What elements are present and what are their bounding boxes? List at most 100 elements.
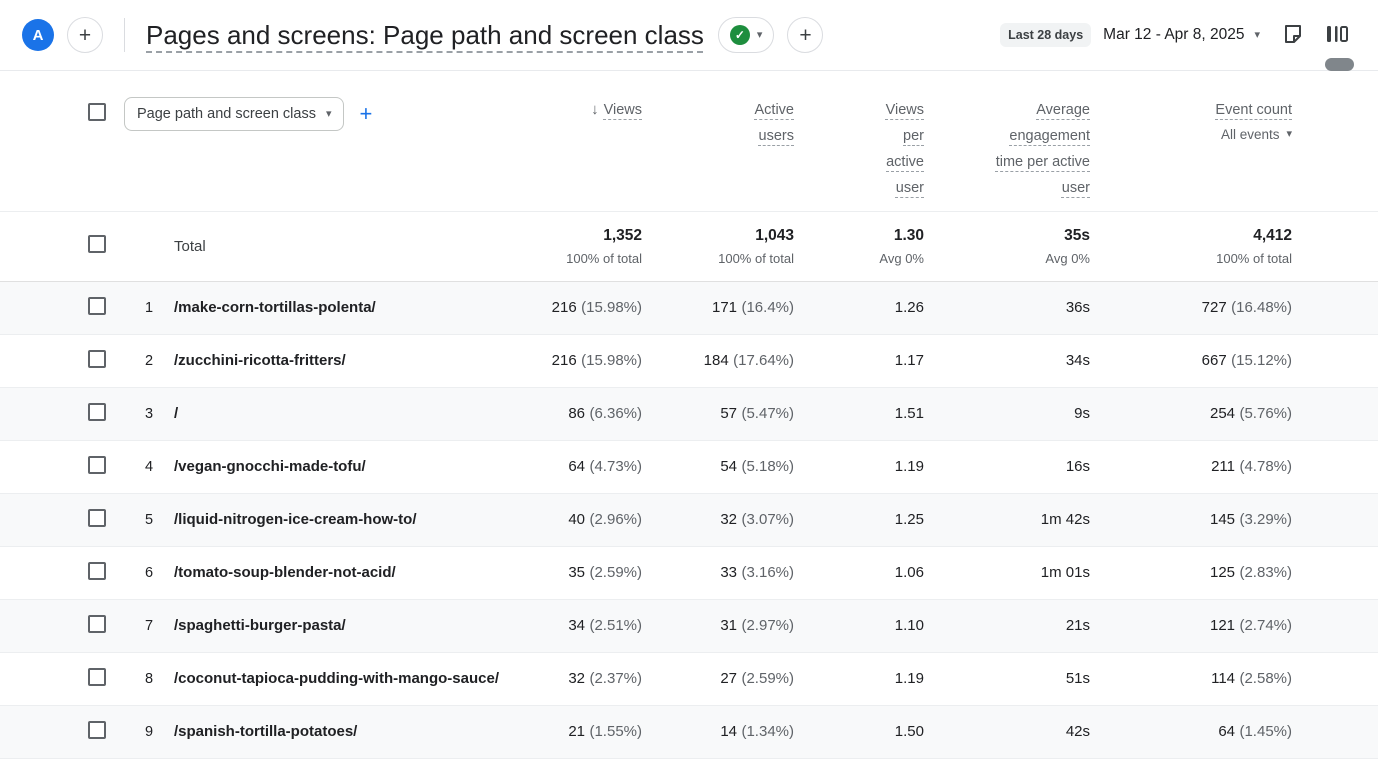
chevron-down-icon: ▾ xyxy=(757,30,763,41)
row-checkbox[interactable] xyxy=(88,403,106,421)
views-per-user-value: 1.19 xyxy=(895,458,924,475)
add-dimension-button[interactable]: + xyxy=(359,103,372,125)
views-per-user-value: 1.10 xyxy=(895,617,924,634)
row-index: 9 xyxy=(124,724,174,740)
row-index: 2 xyxy=(124,353,174,369)
total-label: Total xyxy=(174,238,514,255)
engagement-value: 34s xyxy=(1066,352,1090,369)
row-checkbox[interactable] xyxy=(88,562,106,580)
active-users-value: 171 xyxy=(712,299,737,316)
views-percent: (1.55%) xyxy=(589,723,642,740)
views-value: 32 xyxy=(568,670,585,687)
event-count-value: 125 xyxy=(1210,564,1235,581)
table-scrollbar-thumb[interactable] xyxy=(1325,58,1354,71)
chevron-down-icon: ▾ xyxy=(326,109,332,120)
views-value: 40 xyxy=(568,511,585,528)
chevron-down-icon: ▾ xyxy=(1254,30,1260,41)
event-filter-label: All events xyxy=(1221,127,1280,142)
page-path: /spanish-tortilla-potatoes/ xyxy=(174,722,514,742)
views-percent: (2.51%) xyxy=(589,617,642,634)
active-users-value: 33 xyxy=(720,564,737,581)
row-checkbox[interactable] xyxy=(88,456,106,474)
engagement-value: 1m 01s xyxy=(1041,564,1090,581)
note-icon xyxy=(1281,22,1305,49)
select-all-checkbox[interactable] xyxy=(88,103,106,121)
add-note-button[interactable] xyxy=(1276,18,1310,52)
row-index: 4 xyxy=(124,459,174,475)
report-table: Page path and screen class ▾ + ↓ Views Ac… xyxy=(0,71,1378,759)
page-path: /coconut-tapioca-pudding-with-mango-sauc… xyxy=(174,669,514,689)
page-path: / xyxy=(174,404,514,424)
views-value: 34 xyxy=(568,617,585,634)
column-header-label: Event count xyxy=(1215,97,1292,123)
table-row: 3 / 86 (6.36%) 57 (5.47%) 1.51 9s 254 (5… xyxy=(0,388,1378,441)
table-row: 7 /spaghetti-burger-pasta/ 34 (2.51%) 31… xyxy=(0,600,1378,653)
active-users-value: 27 xyxy=(720,670,737,687)
engagement-value: 21s xyxy=(1066,617,1090,634)
column-header-views-per-active-user[interactable]: Views per active user xyxy=(806,97,936,201)
row-checkbox[interactable] xyxy=(88,509,106,527)
row-checkbox[interactable] xyxy=(88,350,106,368)
views-percent: (2.59%) xyxy=(589,564,642,581)
panels-icon xyxy=(1324,22,1350,49)
event-count-value: 145 xyxy=(1210,511,1235,528)
table-row: 6 /tomato-soup-blender-not-acid/ 35 (2.5… xyxy=(0,547,1378,600)
date-preset-badge[interactable]: Last 28 days xyxy=(1000,23,1091,47)
row-checkbox[interactable] xyxy=(88,297,106,315)
views-value: 86 xyxy=(568,405,585,422)
event-count-value: 254 xyxy=(1210,405,1235,422)
row-checkbox[interactable] xyxy=(88,721,106,739)
views-value: 216 xyxy=(552,299,577,316)
column-header-views[interactable]: ↓ Views xyxy=(514,97,654,123)
views-per-user-value: 1.51 xyxy=(895,405,924,422)
column-header-label: Views xyxy=(604,97,642,123)
date-range-picker[interactable]: Mar 12 - Apr 8, 2025 ▾ xyxy=(1103,26,1260,44)
sort-descending-icon: ↓ xyxy=(591,101,599,118)
views-percent: (15.98%) xyxy=(581,352,642,369)
column-header-avg-engagement-time[interactable]: Average engagement time per active user xyxy=(936,97,1102,201)
column-header-event-count[interactable]: Event count All events ▾ xyxy=(1102,97,1378,142)
total-checkbox[interactable] xyxy=(88,235,106,253)
total-events: 4,412 xyxy=(1102,227,1292,245)
page-path: /tomato-soup-blender-not-acid/ xyxy=(174,563,514,583)
views-per-user-value: 1.19 xyxy=(895,670,924,687)
row-checkbox[interactable] xyxy=(88,615,106,633)
views-percent: (4.73%) xyxy=(589,458,642,475)
total-views-per-user-sub: Avg 0% xyxy=(806,251,924,266)
total-engagement: 35s xyxy=(936,227,1090,245)
views-per-user-value: 1.50 xyxy=(895,723,924,740)
event-filter-dropdown[interactable]: All events ▾ xyxy=(1102,127,1292,142)
column-header-active-users[interactable]: Active users xyxy=(654,97,806,149)
table-row: 2 /zucchini-ricotta-fritters/ 216 (15.98… xyxy=(0,335,1378,388)
active-users-percent: (2.59%) xyxy=(741,670,794,687)
views-value: 64 xyxy=(568,458,585,475)
engagement-value: 1m 42s xyxy=(1041,511,1090,528)
toggle-panels-button[interactable] xyxy=(1320,18,1354,52)
total-views: 1,352 xyxy=(514,227,642,245)
avatar[interactable]: A xyxy=(22,19,54,51)
page-path: /zucchini-ricotta-fritters/ xyxy=(174,351,514,371)
active-users-value: 14 xyxy=(720,723,737,740)
report-status-dropdown[interactable]: ✓ ▾ xyxy=(718,17,775,53)
views-percent: (15.98%) xyxy=(581,299,642,316)
active-users-percent: (5.47%) xyxy=(741,405,794,422)
add-button[interactable]: + xyxy=(67,17,103,53)
dimension-selector[interactable]: Page path and screen class ▾ xyxy=(124,97,344,131)
column-header-label: Active users xyxy=(736,97,794,149)
row-checkbox[interactable] xyxy=(88,668,106,686)
event-count-percent: (15.12%) xyxy=(1231,352,1292,369)
dimension-selector-label: Page path and screen class xyxy=(137,106,316,122)
engagement-value: 36s xyxy=(1066,299,1090,316)
active-users-value: 31 xyxy=(720,617,737,634)
event-count-percent: (2.74%) xyxy=(1239,617,1292,634)
views-per-user-value: 1.26 xyxy=(895,299,924,316)
active-users-percent: (3.16%) xyxy=(741,564,794,581)
chevron-down-icon: ▾ xyxy=(1286,129,1292,140)
event-count-value: 121 xyxy=(1210,617,1235,634)
total-events-sub: 100% of total xyxy=(1102,251,1292,266)
row-index: 8 xyxy=(124,671,174,687)
views-value: 216 xyxy=(552,352,577,369)
table-row: 1 /make-corn-tortillas-polenta/ 216 (15.… xyxy=(0,282,1378,335)
add-comparison-button[interactable]: + xyxy=(787,17,823,53)
views-percent: (6.36%) xyxy=(589,405,642,422)
